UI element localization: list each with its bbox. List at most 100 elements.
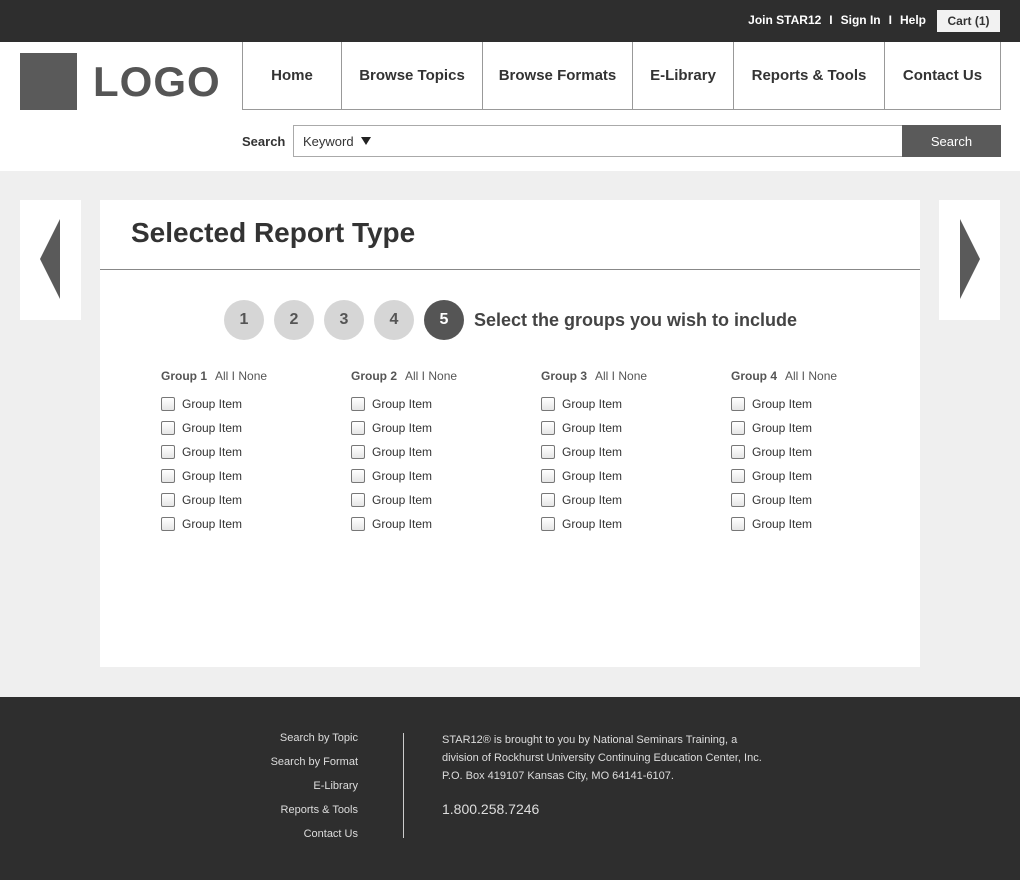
checkbox[interactable] [731,517,745,531]
checkbox[interactable] [731,469,745,483]
search-input[interactable] [375,125,903,157]
logo-mark[interactable] [20,53,77,110]
checkbox[interactable] [161,469,175,483]
footer-link-reports-tools[interactable]: Reports & Tools [200,803,358,827]
all-none-toggle[interactable]: All I None [595,369,647,383]
footer-divider [403,733,404,838]
step-5[interactable]: 5 [424,300,464,340]
step-label: Select the groups you wish to include [474,309,798,330]
group-item[interactable]: Group Item [161,440,351,464]
search-type-select[interactable]: Keyword [293,125,376,157]
checkbox[interactable] [731,493,745,507]
nav-e-library[interactable]: E-Library [633,42,734,109]
group-item[interactable]: Group Item [351,488,541,512]
checkbox[interactable] [541,445,555,459]
checkbox[interactable] [541,421,555,435]
step-1[interactable]: 1 [224,300,264,340]
site-header: LOGO Home Browse Topics Browse Formats E… [0,42,1020,171]
checkbox[interactable] [351,421,365,435]
group-item[interactable]: Group Item [161,464,351,488]
footer-link-search-topic[interactable]: Search by Topic [200,731,358,755]
group-item[interactable]: Group Item [351,464,541,488]
group-item[interactable]: Group Item [161,416,351,440]
checkbox[interactable] [731,445,745,459]
group-item[interactable]: Group Item [541,440,731,464]
sign-in-link[interactable]: Sign In [841,13,881,27]
checkbox[interactable] [161,517,175,531]
step-3[interactable]: 3 [324,300,364,340]
footer-info-line: division of Rockhurst University Continu… [442,752,762,764]
checkbox[interactable] [731,421,745,435]
group-item-label: Group Item [562,493,623,507]
group-item[interactable]: Group Item [541,464,731,488]
previous-button[interactable] [20,200,81,320]
group-item[interactable]: Group Item [731,440,921,464]
group-item[interactable]: Group Item [541,416,731,440]
logo-text[interactable]: LOGO [93,58,221,106]
group-item-label: Group Item [562,397,623,411]
checkbox[interactable] [351,397,365,411]
next-button[interactable] [939,200,1000,320]
checkbox[interactable] [541,517,555,531]
checkbox[interactable] [161,397,175,411]
footer-info-line: P.O. Box 419107 Kansas City, MO 64141-61… [442,770,674,782]
group-item[interactable]: Group Item [541,488,731,512]
group-item[interactable]: Group Item [731,392,921,416]
checkbox[interactable] [161,493,175,507]
footer-link-search-format[interactable]: Search by Format [200,755,358,779]
group-item[interactable]: Group Item [351,440,541,464]
group-item[interactable]: Group Item [351,392,541,416]
group-item[interactable]: Group Item [351,416,541,440]
group-column: Group 3 All I None Group Item Group Item… [541,369,731,536]
checkbox[interactable] [541,493,555,507]
group-header: Group 4 All I None [731,369,921,383]
group-item-label: Group Item [562,469,623,483]
checkbox[interactable] [351,445,365,459]
group-title: Group 2 [351,369,398,383]
group-item-label: Group Item [182,493,243,507]
nav-browse-formats[interactable]: Browse Formats [483,42,633,109]
checkbox[interactable] [351,469,365,483]
all-none-toggle[interactable]: All I None [215,369,267,383]
footer-link-contact-us[interactable]: Contact Us [200,827,358,851]
group-item[interactable]: Group Item [541,392,731,416]
divider [100,269,920,270]
checkbox[interactable] [541,469,555,483]
nav-reports-tools[interactable]: Reports & Tools [734,42,885,109]
group-item-label: Group Item [562,445,623,459]
nav-contact-us[interactable]: Contact Us [885,42,1000,109]
checkbox[interactable] [351,493,365,507]
join-link[interactable]: Join STAR12 [748,13,821,27]
group-item[interactable]: Group Item [161,488,351,512]
cart-button[interactable]: Cart (1) [937,10,1000,32]
search-button[interactable]: Search [902,125,1001,157]
checkbox[interactable] [731,397,745,411]
footer-link-e-library[interactable]: E-Library [200,779,358,803]
step-2[interactable]: 2 [274,300,314,340]
checkbox[interactable] [351,517,365,531]
group-item-label: Group Item [182,517,243,531]
checkbox[interactable] [161,445,175,459]
footer-info-line: STAR12® is brought to you by National Se… [442,734,738,746]
group-item[interactable]: Group Item [731,416,921,440]
group-header: Group 3 All I None [541,369,731,383]
nav-browse-topics[interactable]: Browse Topics [342,42,483,109]
checkbox[interactable] [161,421,175,435]
checkbox[interactable] [541,397,555,411]
arrow-left-icon [40,219,60,299]
group-title: Group 1 [161,369,208,383]
search-type-value: Keyword [303,133,354,149]
all-none-toggle[interactable]: All I None [405,369,457,383]
group-item[interactable]: Group Item [351,512,541,536]
step-4[interactable]: 4 [374,300,414,340]
nav-home[interactable]: Home [243,42,342,109]
group-item[interactable]: Group Item [161,512,351,536]
help-link[interactable]: Help [900,13,926,27]
group-item[interactable]: Group Item [541,512,731,536]
group-item[interactable]: Group Item [731,512,921,536]
group-item[interactable]: Group Item [731,488,921,512]
group-item[interactable]: Group Item [161,392,351,416]
all-none-toggle[interactable]: All I None [785,369,837,383]
group-column: Group 4 All I None Group Item Group Item… [731,369,921,536]
group-item[interactable]: Group Item [731,464,921,488]
